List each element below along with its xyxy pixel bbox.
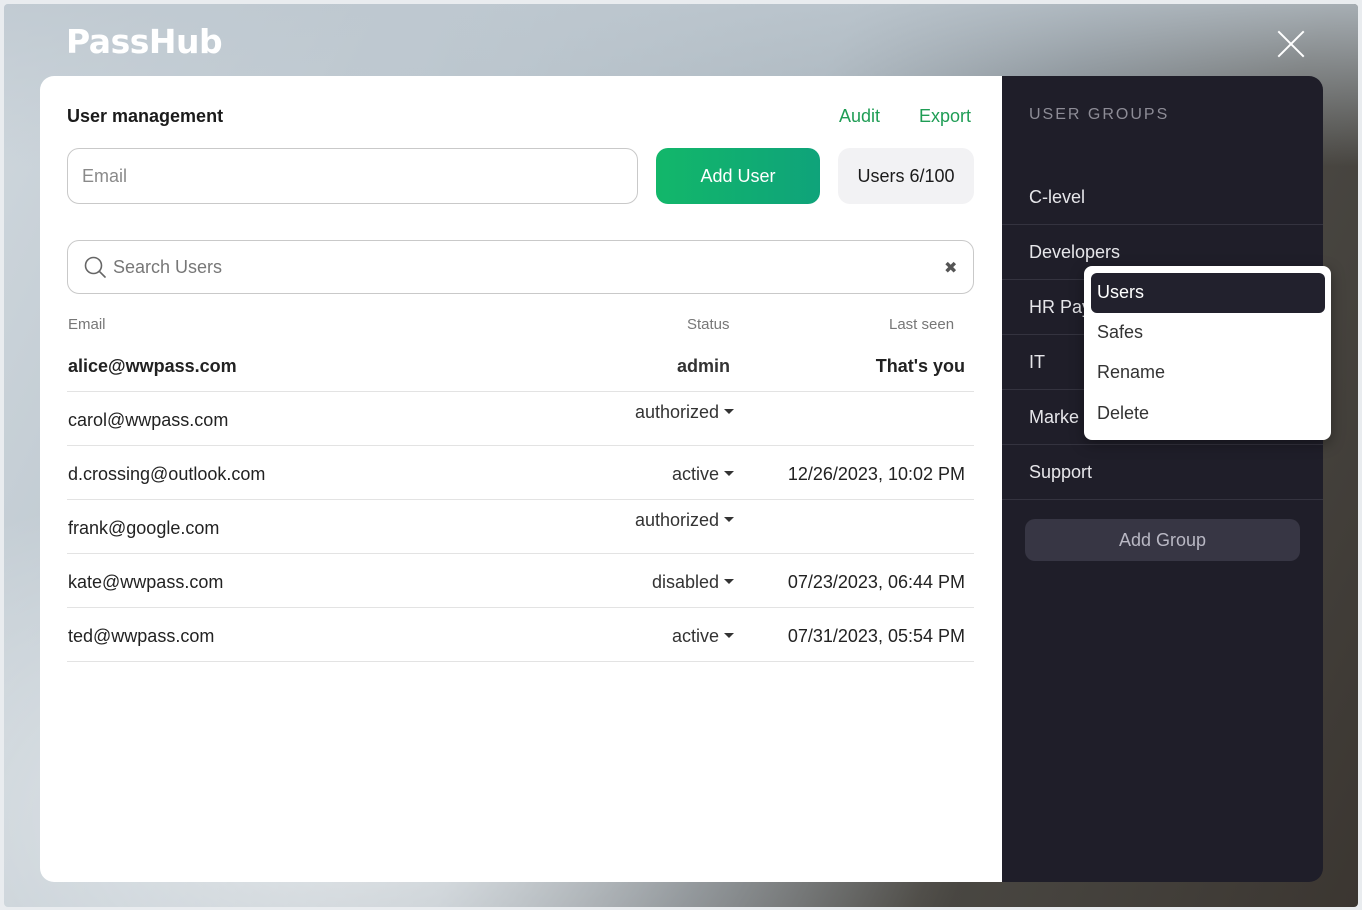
user-status-dropdown[interactable]: disabled [652,572,734,593]
user-status: authorized [634,402,719,422]
table-row: alice@wwpass.com admin That's you [67,338,974,392]
search-input[interactable] [113,249,933,285]
user-status-dropdown[interactable]: active [672,464,734,485]
export-link[interactable]: Export [919,106,971,127]
groups-title: USER GROUPS [1029,106,1170,123]
user-status-dropdown[interactable]: active [672,626,734,647]
table-row: kate@wwpass.com disabled 07/23/2023, 06:… [67,554,974,608]
user-status-dropdown[interactable]: authorized [635,510,734,531]
table-row: carol@wwpass.com authorized [67,392,974,446]
user-email: frank@google.com [68,518,220,538]
email-input[interactable] [67,148,638,204]
column-header-email: Email [68,316,106,333]
close-icon[interactable] [1276,29,1306,59]
caret-down-icon [724,471,734,476]
user-email: ted@wwpass.com [68,626,215,646]
user-status: disabled [651,572,719,592]
user-status: active [671,626,719,646]
user-status: authorized [634,510,719,530]
caret-down-icon [724,579,734,584]
group-label: HR Pay [1029,297,1092,317]
group-label: IT [1029,352,1045,372]
search-icon [84,256,106,278]
menu-item-rename[interactable]: Rename [1091,353,1325,393]
table-row: ted@wwpass.com active 07/31/2023, 05:54 … [67,608,974,662]
table-row: d.crossing@outlook.com active 12/26/2023… [67,446,974,500]
group-label: Developers [1029,242,1121,262]
group-item-c-level[interactable]: C-level [1002,170,1323,225]
user-last-seen: That's you [875,356,965,376]
group-label: Marke [1029,407,1080,427]
table-row: frank@google.com authorized [67,500,974,554]
user-status: admin [676,356,730,376]
group-context-menu: Users Safes Rename Delete [1084,266,1331,440]
user-last-seen: 07/31/2023, 05:54 PM [787,626,965,646]
user-email: d.crossing@outlook.com [68,464,266,484]
user-last-seen: 07/23/2023, 06:44 PM [787,572,965,592]
user-email: kate@wwpass.com [68,572,224,592]
column-header-status: Status [687,316,730,333]
page-title: User management [67,106,224,126]
users-count-badge: Users 6/100 [838,148,974,204]
add-group-button[interactable]: Add Group [1025,519,1300,561]
user-management-panel: User management Audit Export Add User Us… [40,76,1002,882]
menu-item-users[interactable]: Users [1091,273,1325,313]
user-last-seen: 12/26/2023, 10:02 PM [787,464,965,484]
user-status: active [671,464,719,484]
caret-down-icon [724,517,734,522]
column-header-last-seen: Last seen [889,316,955,333]
user-status-dropdown[interactable]: authorized [635,402,734,423]
user-email: alice@wwpass.com [68,356,237,376]
add-user-button[interactable]: Add User [656,148,820,204]
passhub-logo: PassHub [66,22,223,61]
group-label: Support [1029,462,1093,482]
group-item-support[interactable]: Support [1002,445,1323,500]
audit-link[interactable]: Audit [839,106,880,127]
caret-down-icon [724,409,734,414]
user-groups-panel: USER GROUPS C-level Developers HR Pay IT… [1002,76,1323,882]
caret-down-icon [724,633,734,638]
clear-search-icon[interactable]: ✖ [944,258,957,277]
group-label: C-level [1029,187,1086,207]
search-box: ✖ [67,240,974,294]
user-email: carol@wwpass.com [68,410,229,430]
menu-item-safes[interactable]: Safes [1091,313,1325,353]
menu-item-delete[interactable]: Delete [1091,394,1325,434]
